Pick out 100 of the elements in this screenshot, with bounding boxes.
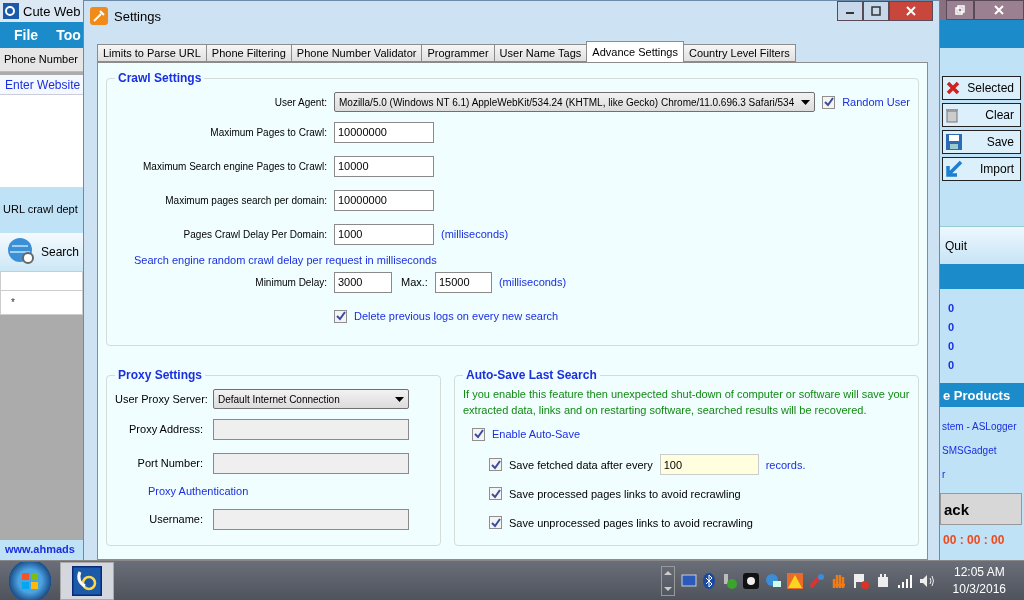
side-button[interactable]: Clear	[942, 103, 1021, 127]
input-field[interactable]	[213, 418, 409, 440]
input-field[interactable]	[213, 508, 409, 530]
row-marker: *	[0, 291, 83, 315]
restore-button[interactable]	[946, 0, 974, 20]
back-button[interactable]: ack	[940, 493, 1022, 525]
field-label: Proxy Address:	[128, 423, 203, 435]
timer: 00 : 00 : 00	[942, 532, 1006, 547]
side-button[interactable]: Save	[942, 130, 1021, 154]
field-label: Maximum Pages to Crawl:	[209, 126, 327, 138]
signal-icon[interactable]	[896, 573, 913, 588]
checkbox-label: Save processed pages links to avoid recrawling	[509, 487, 741, 500]
caret-icon	[801, 99, 811, 105]
restore-icon	[955, 5, 965, 15]
product-link[interactable]: SMSGadget	[940, 439, 1024, 463]
input-field[interactable]: 15000	[434, 271, 492, 293]
checkbox-label: Enable Auto-Save	[492, 428, 581, 440]
close-icon	[906, 6, 916, 16]
tab[interactable]: Limits to Parse URL	[97, 44, 207, 62]
cross-icon	[945, 80, 961, 96]
group-title: Proxy Settings	[117, 368, 204, 382]
close-button[interactable]	[889, 1, 933, 21]
trash-icon	[945, 107, 959, 123]
maximize-icon	[871, 6, 881, 16]
field-label: Minimum Delay:	[254, 276, 327, 288]
checkbox[interactable]	[489, 516, 502, 529]
app-icon	[72, 565, 102, 596]
menu-item[interactable]: File	[14, 27, 39, 43]
proxy-server-dropdown[interactable]: Default Internet Connection	[213, 389, 409, 409]
checkbox[interactable]	[334, 309, 347, 323]
maximize-button[interactable]	[863, 1, 889, 21]
tab[interactable]: Programmer	[421, 44, 495, 62]
unit-label: records.	[765, 458, 806, 471]
website-link[interactable]: www.ahmads	[0, 540, 83, 560]
field-label: Maximum Search engine Pages to Crawl:	[142, 160, 327, 172]
tab[interactable]: Advance Settings	[586, 41, 684, 62]
product-link[interactable]: r	[940, 463, 1024, 487]
checkbox-label: Delete previous logs on every new search	[354, 310, 559, 322]
checkbox-label: Save unprocessed pages links to avoid recrawling	[509, 516, 753, 529]
windows-logo-icon	[21, 571, 39, 590]
menu-item[interactable]: Too	[56, 27, 81, 43]
taskbar-app-button[interactable]	[60, 561, 114, 600]
side-button[interactable]: Import	[942, 157, 1021, 181]
field-label: Pages Crawl Delay Per Domain:	[182, 228, 327, 240]
crawl-depth-label: URL crawl dept	[0, 187, 83, 233]
count-value: 0	[947, 358, 956, 373]
group-title: Crawl Settings	[117, 71, 203, 85]
field-label: Port Number:	[136, 457, 203, 469]
field-label: Max.:	[401, 276, 428, 288]
input-field[interactable]: 100	[659, 454, 759, 475]
field-label: User Agent:	[273, 96, 327, 108]
minimize-button[interactable]	[837, 1, 863, 21]
toolbar-tab[interactable]: Phone Number	[0, 48, 83, 72]
network-globe-icon[interactable]	[764, 572, 781, 589]
field-label: Username:	[148, 513, 203, 525]
checkbox[interactable]	[472, 427, 485, 441]
input-field[interactable]: 3000	[334, 271, 392, 293]
checkbox[interactable]	[489, 487, 502, 500]
clock[interactable]: 12:05 AM 10/3/2016	[940, 563, 1018, 598]
count-value: 0	[947, 320, 956, 335]
checkbox[interactable]	[822, 95, 836, 109]
caret-icon	[395, 396, 404, 402]
input-field[interactable]: 10000000	[334, 189, 434, 211]
window-title: Cute Web	[23, 3, 81, 19]
user-agent-dropdown[interactable]: Mozilla/5.0 (Windows NT 6.1) AppleWebKit/534.24 (KHTML, like Gecko) Chrome/11.0.696.3 Safari/534	[334, 92, 816, 112]
description-text: If you enable this feature then unexpected shut-down of computer or software will save your extracted data, links and on restarting software, searched results will be recovered.	[463, 387, 910, 418]
count-value: 0	[947, 301, 956, 316]
input-field[interactable]: 10000000	[334, 121, 434, 143]
bluetooth-icon[interactable]	[702, 572, 715, 589]
warning-icon[interactable]	[786, 572, 803, 589]
checkbox-label: Random User	[842, 96, 910, 108]
search-button[interactable]: Search	[41, 245, 80, 259]
tab[interactable]: Phone Number Validator	[290, 44, 423, 62]
close-button[interactable]	[974, 0, 1024, 20]
checkbox[interactable]	[489, 458, 502, 471]
arrow-icon	[945, 160, 963, 178]
wrench-icon	[90, 7, 108, 25]
input-field[interactable]	[213, 452, 409, 474]
section-title: e Products	[943, 387, 1011, 403]
close-icon	[994, 5, 1004, 15]
count-value: 0	[947, 339, 956, 354]
side-button[interactable]: Selected	[942, 76, 1021, 100]
quit-button[interactable]: Quit	[940, 226, 1024, 264]
column-header: Enter Website	[0, 75, 83, 95]
window-title: Settings	[114, 8, 161, 24]
checkbox-label: Save fetched data after every	[509, 458, 653, 471]
unit-label: (milliseconds)	[498, 276, 567, 288]
section-label: Proxy Authentication	[148, 485, 249, 497]
tab[interactable]: Phone Filtering	[205, 44, 292, 62]
tab[interactable]: Country Level Filters	[682, 44, 796, 62]
unit-label: (milliseconds)	[441, 228, 509, 240]
flag-error-icon[interactable]	[852, 572, 869, 589]
field-label: Maximum pages search per domain:	[164, 194, 327, 206]
input-field[interactable]: 10000	[334, 155, 434, 177]
note-text: Search engine random crawl delay per request in milliseconds	[134, 254, 437, 266]
product-link[interactable]: stem - ASLogger	[940, 415, 1024, 439]
input-field[interactable]: 1000	[334, 223, 434, 245]
start-button[interactable]	[8, 561, 52, 600]
group-title: Auto-Save Last Search	[465, 368, 598, 382]
tab[interactable]: User Name Tags	[493, 44, 588, 62]
